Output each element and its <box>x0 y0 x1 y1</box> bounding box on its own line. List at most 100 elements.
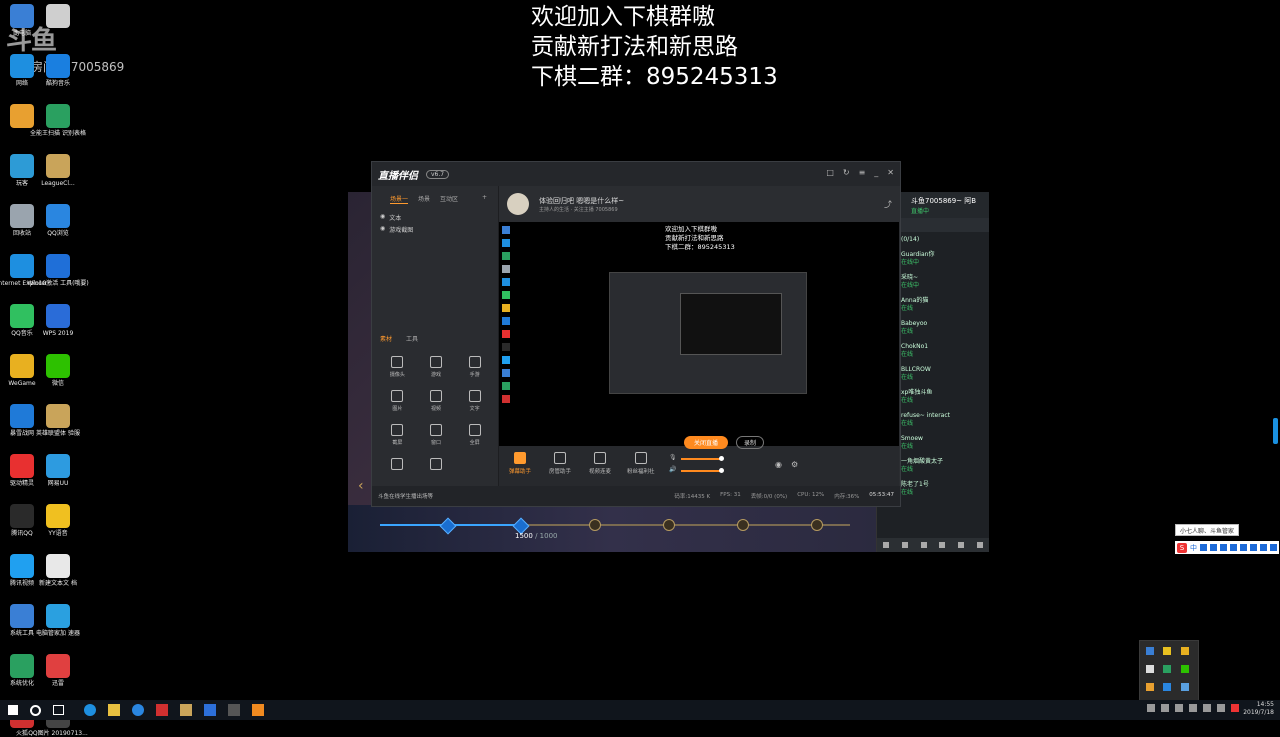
qq-browser-icon[interactable] <box>132 704 144 716</box>
ime-tool-icon[interactable] <box>1270 544 1277 551</box>
file-explorer-icon[interactable] <box>108 704 120 716</box>
mic-volume-knob[interactable] <box>719 456 724 461</box>
tool-button[interactable]: 截屏 <box>378 424 417 446</box>
stop-live-button[interactable]: 关闭直播 <box>684 436 728 449</box>
speaker-volume-knob[interactable] <box>719 468 724 473</box>
app-icon[interactable] <box>204 704 216 716</box>
chat-foot-icon[interactable] <box>883 542 890 548</box>
tray-app-icon[interactable] <box>1146 665 1154 673</box>
chat-foot-icon[interactable] <box>901 542 908 548</box>
desktop-icon[interactable] <box>36 4 80 30</box>
sogou-icon[interactable]: S <box>1177 542 1187 553</box>
tool-button[interactable]: 全屏 <box>455 424 494 446</box>
app-icon[interactable] <box>228 704 240 716</box>
tab-scene[interactable]: 场景 <box>418 194 430 204</box>
source-item[interactable]: ◉ 游戏截图 <box>372 222 498 234</box>
ime-mode[interactable]: 中 <box>1190 543 1197 553</box>
desktop-icon[interactable]: 新建文本文 档 <box>36 554 80 587</box>
tray-app-icon[interactable] <box>1163 665 1172 673</box>
task-view-icon[interactable] <box>53 705 64 715</box>
share-icon[interactable]: ⤴ <box>884 199 892 210</box>
tray-app-icon[interactable] <box>1180 665 1189 673</box>
desktop-icon[interactable]: 英雄联盟体 验服 <box>36 404 80 437</box>
desktop-icon[interactable]: YY语音 <box>36 504 80 537</box>
eye-icon[interactable]: ◉ <box>380 225 385 234</box>
tool-button[interactable]: 图片 <box>378 390 417 412</box>
desktop-icon[interactable]: LeagueCl... <box>36 154 80 187</box>
feedback-icon[interactable]: □ <box>826 168 834 177</box>
fan-benefits-button[interactable]: 粉丝福利社 <box>627 452 655 475</box>
tool-button[interactable] <box>417 458 456 473</box>
eye-icon[interactable]: ◉ <box>380 213 385 222</box>
tray-app-icon[interactable] <box>1180 683 1189 691</box>
tray-app-icon[interactable] <box>1163 683 1172 691</box>
desktop-icon[interactable]: QQ浏览 <box>36 204 80 237</box>
ime-tool-icon[interactable] <box>1260 544 1267 551</box>
avatar[interactable] <box>507 193 529 215</box>
status-notice[interactable]: 斗鱼在线学生播出场等 <box>378 492 433 500</box>
tray-app-icon[interactable] <box>1146 647 1154 655</box>
chevron-left-icon[interactable]: ‹ <box>358 478 364 494</box>
tray-icon[interactable] <box>1217 704 1225 712</box>
ime-tool-icon[interactable] <box>1240 544 1247 551</box>
tool-button[interactable]: 视频 <box>417 390 456 412</box>
game-icon[interactable] <box>156 704 168 716</box>
tray-app-icon[interactable] <box>1180 647 1189 655</box>
ime-tool-icon[interactable] <box>1210 544 1217 551</box>
close-icon[interactable]: ✕ <box>887 168 894 177</box>
settings-icon[interactable] <box>976 542 983 548</box>
system-clock[interactable]: 14:55 2019/7/18 <box>1243 701 1274 717</box>
lock-icon[interactable] <box>737 519 749 531</box>
tray-app-icon[interactable] <box>1146 683 1154 691</box>
tab-scene-1[interactable]: 场景一 <box>390 194 409 204</box>
tool-button[interactable]: 摄像头 <box>378 356 417 378</box>
source-item[interactable]: ◉ 文本 <box>372 210 498 222</box>
volume-icon[interactable] <box>1189 704 1197 712</box>
speaker-icon[interactable]: 🔊 <box>669 466 676 473</box>
lock-icon[interactable] <box>663 519 675 531</box>
ime-tool-icon[interactable] <box>1230 544 1237 551</box>
room-admin-button[interactable]: 房管助手 <box>549 452 571 475</box>
chat-foot-icon[interactable] <box>957 542 964 548</box>
add-icon[interactable]: + <box>482 194 487 204</box>
chat-foot-icon[interactable] <box>939 542 946 548</box>
desktop-icon[interactable]: 微信 <box>36 354 80 387</box>
desktop-icon[interactable]: 迅雷 <box>36 654 80 687</box>
windows-start-icon[interactable] <box>8 705 18 715</box>
tray-icon[interactable] <box>1203 704 1211 712</box>
ime-toolbar[interactable]: S 中 <box>1175 541 1279 554</box>
tray-icon[interactable] <box>1161 704 1169 712</box>
tool-button[interactable]: 游戏 <box>417 356 456 378</box>
ime-tool-icon[interactable] <box>1220 544 1227 551</box>
network-icon[interactable] <box>1147 704 1155 712</box>
minimize-icon[interactable]: _ <box>874 168 878 177</box>
desktop-icon[interactable]: 电脑管家加 速器 <box>36 604 80 637</box>
menu-icon[interactable]: ≡ <box>859 168 866 177</box>
mic-icon[interactable]: 🎙 <box>669 454 677 461</box>
ie-icon[interactable] <box>84 704 96 716</box>
room-title[interactable]: 体验回归吧 嗯嗯是什么样~ <box>539 196 624 206</box>
record-button[interactable]: 录制 <box>736 436 764 449</box>
video-link-button[interactable]: 视频连麦 <box>589 452 611 475</box>
gear-icon[interactable]: ⚙ <box>791 460 798 469</box>
ime-tool-icon[interactable] <box>1250 544 1257 551</box>
live-companion-taskbar-icon[interactable] <box>252 704 264 716</box>
desktop-icon[interactable]: 网易UU <box>36 454 80 487</box>
tool-button[interactable]: 窗口 <box>417 424 456 446</box>
tab-material[interactable]: 素材 <box>380 334 392 343</box>
lock-icon[interactable] <box>589 519 601 531</box>
tray-icon[interactable] <box>1175 704 1183 712</box>
desktop-icon[interactable]: WPS 2019 <box>36 304 80 337</box>
tab-interact[interactable]: 互动区 <box>440 194 458 204</box>
desktop-icon[interactable]: 酷狗音乐 <box>36 54 80 87</box>
eye-icon[interactable]: ◉ <box>775 460 782 469</box>
refresh-icon[interactable]: ↻ <box>843 168 850 177</box>
tool-button[interactable]: 文字 <box>455 390 494 412</box>
side-dock-tab[interactable] <box>1273 418 1278 444</box>
tool-button[interactable]: 手游 <box>455 356 494 378</box>
ime-tool-icon[interactable] <box>1200 544 1207 551</box>
tool-button[interactable] <box>378 458 417 473</box>
tab-tools[interactable]: 工具 <box>406 334 418 343</box>
desktop-icon[interactable]: Win10激活 工具(哦要) <box>27 254 89 287</box>
lol-icon[interactable] <box>180 704 192 716</box>
